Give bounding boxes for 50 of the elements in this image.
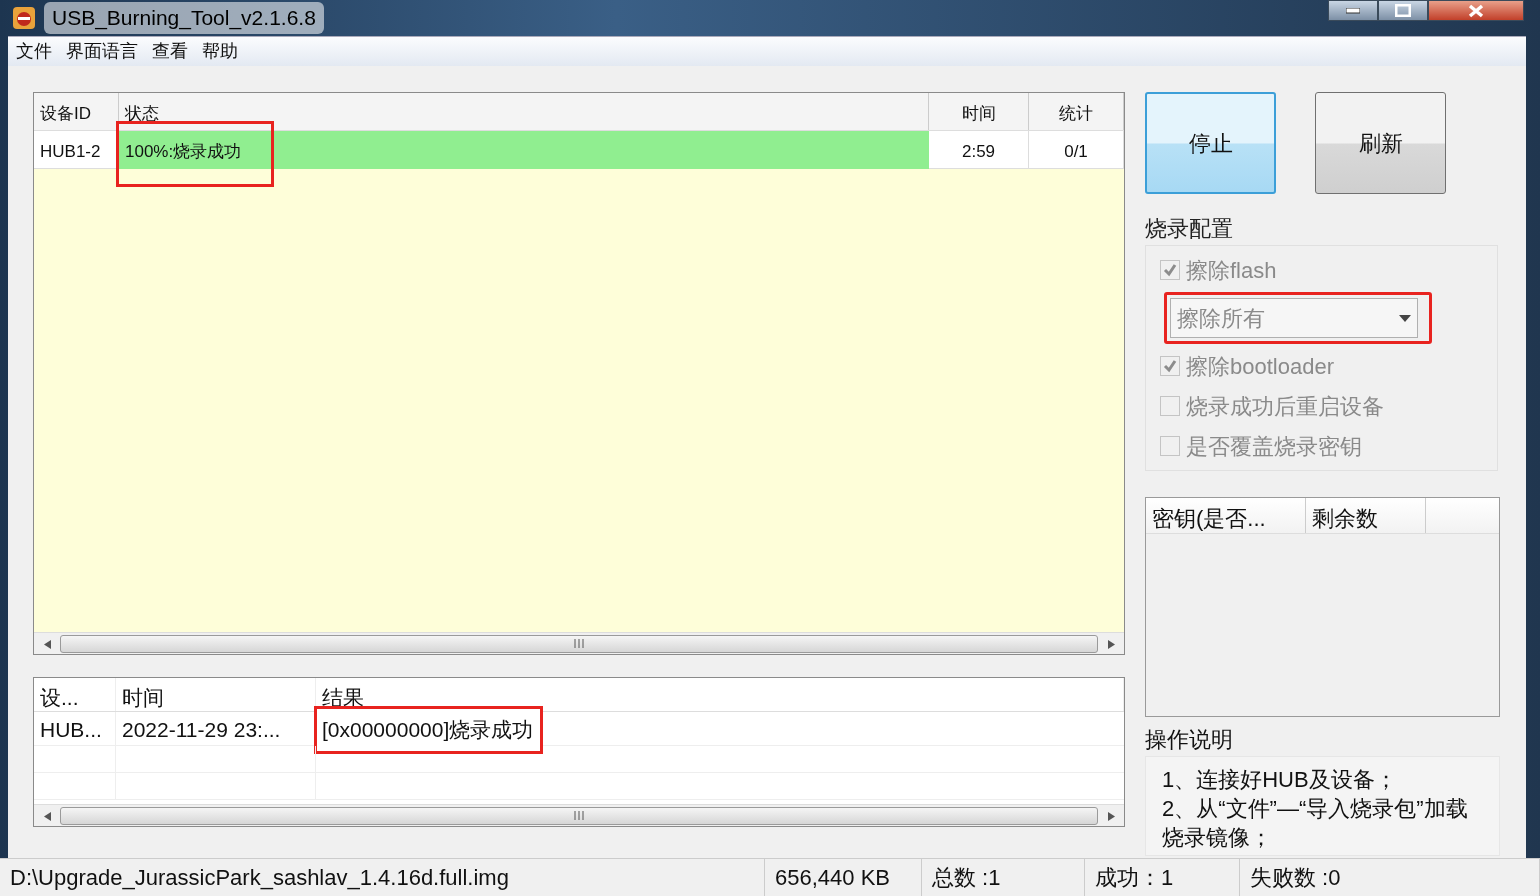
right-arrow-icon[interactable]	[1107, 811, 1115, 821]
window-title: USB_Burning_Tool_v2.1.6.8	[44, 2, 324, 34]
status-text: 656,440 KB	[765, 859, 922, 896]
app-icon	[12, 6, 36, 30]
table-cell: HUB1-2	[34, 131, 119, 169]
right-arrow-icon[interactable]	[1107, 639, 1115, 649]
column-header[interactable]: 状态	[119, 93, 929, 130]
column-header[interactable]: 密钥(是否...	[1146, 498, 1306, 533]
status-text: 失败数 :0	[1240, 859, 1540, 896]
table-cell: HUB...	[34, 712, 116, 745]
caret-icon	[1399, 314, 1411, 322]
minimize-icon	[1346, 7, 1360, 14]
column-header[interactable]: 时间	[929, 93, 1029, 130]
horizontal-scrollbar[interactable]	[34, 804, 1124, 826]
column-header[interactable]: 统计	[1029, 93, 1124, 130]
status-text: D:\Upgrade_JurassicPark_sashlav_1.4.16d.full.img	[0, 859, 765, 896]
status-text: 成功：1	[1085, 859, 1240, 896]
left-arrow-icon[interactable]	[43, 639, 51, 649]
maximize-button[interactable]	[1378, 0, 1428, 21]
menu-item[interactable]: 帮助	[202, 38, 238, 65]
group-title: 操作说明	[1145, 726, 1234, 754]
checkbox-label: 是否覆盖烧录密钥	[1186, 432, 1362, 461]
maximize-icon	[1395, 4, 1411, 17]
grip-icon	[574, 639, 584, 648]
column-header[interactable]: 剩余数	[1306, 498, 1426, 533]
left-arrow-icon[interactable]	[43, 811, 51, 821]
instruction-text: 2、从“文件”—“导入烧录包”加载烧录镜像；	[1162, 795, 1469, 852]
column-header[interactable]: 设备ID	[34, 93, 119, 130]
checkbox-label: 烧录成功后重启设备	[1186, 392, 1384, 421]
table-cell: 2:59	[929, 131, 1029, 169]
refresh-button[interactable]: 刷新	[1315, 92, 1446, 194]
menu-item[interactable]: 查看	[152, 38, 188, 65]
menu-item[interactable]: 界面语言	[66, 38, 138, 65]
table-cell: 0/1	[1029, 131, 1124, 169]
status-text: 总数 :1	[922, 859, 1085, 896]
scroll-thumb[interactable]	[60, 806, 1098, 825]
grip-icon	[574, 811, 584, 820]
checkbox-label: 擦除flash	[1186, 256, 1277, 285]
close-button[interactable]	[1428, 0, 1524, 21]
minimize-button[interactable]	[1328, 0, 1378, 21]
table-cell: [0x00000000]烧录成功	[316, 708, 542, 752]
stop-button[interactable]: 停止	[1145, 92, 1276, 194]
menu-item[interactable]: 文件	[16, 38, 52, 65]
group-title: 烧录配置	[1145, 215, 1234, 243]
column-header[interactable]: 设...	[34, 678, 116, 711]
instruction-text: 1、连接好HUB及设备；	[1162, 766, 1398, 794]
checkbox-label: 擦除bootloader	[1186, 352, 1334, 381]
scroll-thumb[interactable]	[60, 634, 1098, 653]
horizontal-scrollbar[interactable]	[34, 632, 1124, 654]
close-icon	[1468, 3, 1484, 18]
